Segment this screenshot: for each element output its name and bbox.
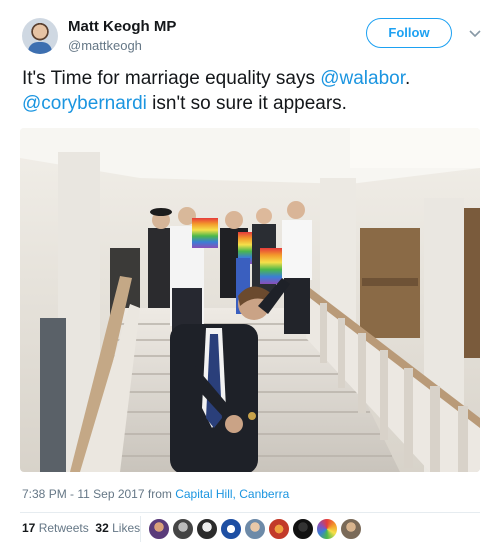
likes-count[interactable]: 32 xyxy=(95,521,108,535)
tweet-photo[interactable] xyxy=(20,128,480,472)
tweet-text-part: It's Time for marriage equality says xyxy=(22,68,321,89)
chevron-down-icon[interactable] xyxy=(468,26,482,40)
tweet-header: Matt Keogh MP @mattkeogh Follow xyxy=(22,14,482,58)
divider xyxy=(20,512,480,513)
liker-avatar[interactable] xyxy=(292,518,314,540)
tweet-timestamp[interactable]: 7:38 PM - 11 Sep 2017 xyxy=(22,487,145,501)
tweet-text: It's Time for marriage equality says @wa… xyxy=(22,66,484,116)
likes-label[interactable]: Likes xyxy=(112,521,140,535)
liker-avatar[interactable] xyxy=(148,518,170,540)
liker-avatar[interactable] xyxy=(268,518,290,540)
from-label: from xyxy=(144,487,176,501)
liker-avatar[interactable] xyxy=(340,518,362,540)
retweets-count[interactable]: 17 xyxy=(22,521,35,535)
tweet-stats: 17 Retweets 32 Likes xyxy=(22,521,140,535)
liker-avatar[interactable] xyxy=(172,518,194,540)
liker-avatar[interactable] xyxy=(244,518,266,540)
author-handle[interactable]: @mattkeogh xyxy=(68,38,142,53)
liker-avatar[interactable] xyxy=(196,518,218,540)
retweets-label[interactable]: Retweets xyxy=(39,521,89,535)
liker-avatar[interactable] xyxy=(316,518,338,540)
mention-walabor[interactable]: @walabor xyxy=(320,68,405,89)
liker-avatar[interactable] xyxy=(220,518,242,540)
follow-button[interactable]: Follow xyxy=(366,18,452,48)
tweet-text-part: . xyxy=(405,68,411,89)
tweet-text-part: isn't so sure it appears. xyxy=(146,93,347,114)
author-name[interactable]: Matt Keogh MP xyxy=(68,18,176,35)
tweet-meta: 7:38 PM - 11 Sep 2017 from Capital Hill,… xyxy=(22,487,289,501)
author-avatar[interactable] xyxy=(22,18,58,54)
tweet-location[interactable]: Capital Hill, Canberra xyxy=(175,487,289,501)
stats-separator xyxy=(140,516,141,542)
mention-corybernardi[interactable]: @corybernardi xyxy=(22,93,147,114)
